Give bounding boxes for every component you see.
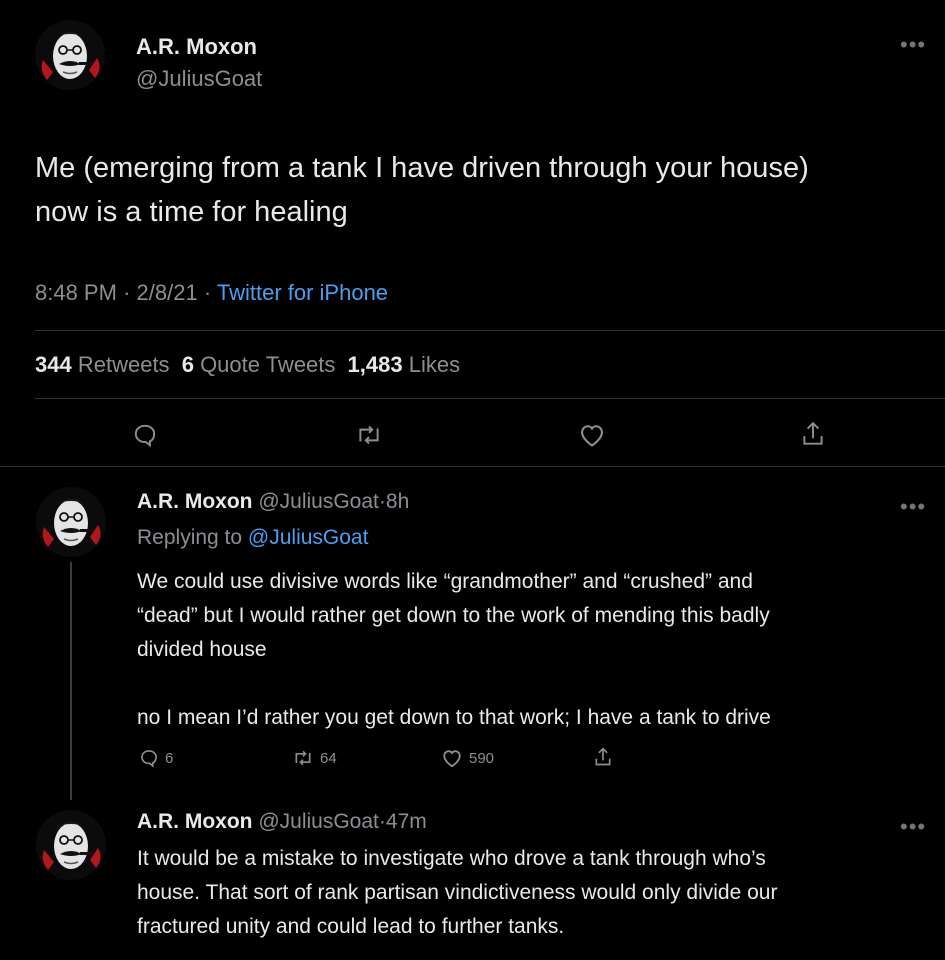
divider (0, 466, 945, 467)
avatar[interactable] (36, 810, 106, 880)
quotes-stat[interactable]: 6 Quote Tweets (182, 352, 342, 377)
avatar[interactable] (35, 20, 105, 90)
tweet-text: Me (emerging from a tank I have driven t… (35, 146, 809, 234)
retweets-count: 344 (35, 352, 72, 377)
avatar-face-icon (35, 20, 105, 90)
tweet-text-line: “dead” but I would rather get down to th… (137, 604, 770, 627)
tweet-source-link[interactable]: Twitter for iPhone (217, 280, 388, 305)
author-handle[interactable]: @JuliusGoat (258, 810, 379, 833)
likes-label: Likes (408, 352, 461, 377)
divider (35, 330, 945, 331)
retweet-icon (295, 750, 311, 766)
author-handle[interactable]: @JuliusGoat (136, 66, 262, 92)
tweet-text-line: no I mean I’d rather you get down to tha… (137, 706, 771, 729)
reply-header: A.R. Moxon @JuliusGoat·47m (137, 810, 427, 834)
retweets-stat[interactable]: 344 Retweets (35, 352, 176, 377)
share-action[interactable] (593, 746, 613, 768)
tweet-text: It would be a mistake to investigate who… (137, 842, 777, 944)
tweet-stats: 344 Retweets 6 Quote Tweets 1,483 Likes (35, 352, 460, 378)
likes-count: 1,483 (347, 352, 403, 377)
likes-stat[interactable]: 1,483 Likes (348, 352, 461, 377)
heart-icon[interactable] (578, 422, 606, 448)
like-action[interactable]: 590 (441, 748, 494, 768)
more-options-icon[interactable]: ••• (900, 816, 926, 838)
tweet-text-line: house. That sort of rank partisan vindic… (137, 881, 778, 904)
tweet-text-line: fractured unity and could lead to furthe… (137, 915, 565, 938)
avatar[interactable] (36, 487, 106, 557)
tweet-text-line: We could use divisive words like “grandm… (137, 570, 753, 593)
retweet-count: 64 (320, 749, 337, 767)
tweet-text: We could use divisive words like “grandm… (137, 565, 771, 735)
like-count: 590 (469, 749, 495, 767)
meta-separator: · (123, 280, 131, 305)
meta-separator: · (378, 490, 386, 513)
tweet-text-line: now is a time for healing (35, 196, 348, 228)
avatar-face-icon (36, 810, 106, 880)
retweets-label: Retweets (77, 352, 170, 377)
share-icon[interactable] (800, 420, 826, 448)
author-name[interactable]: A.R. Moxon (136, 34, 257, 60)
meta-separator: · (378, 810, 386, 833)
retweet-action[interactable]: 64 (292, 748, 337, 768)
tweet-text-line: Me (emerging from a tank I have driven t… (35, 152, 809, 184)
reply-bubble-icon (141, 750, 157, 768)
reply-count: 6 (165, 749, 174, 767)
author-handle[interactable]: @JuliusGoat (258, 490, 379, 513)
divider (35, 398, 945, 399)
replying-prefix: Replying to (137, 526, 243, 549)
reply-action[interactable]: 6 (139, 748, 173, 768)
tweet-metadata: 8:48 PM · 2/8/21 · Twitter for iPhone (35, 280, 388, 306)
author-name[interactable]: A.R. Moxon (137, 490, 253, 513)
tweet-date[interactable]: 2/8/21 (137, 280, 198, 305)
meta-separator: · (203, 280, 212, 305)
tweet-age[interactable]: 47m (386, 810, 427, 833)
tweet-text-line: divided house (137, 638, 267, 661)
author-name[interactable]: A.R. Moxon (137, 810, 253, 833)
tweet-time[interactable]: 8:48 PM (35, 280, 117, 305)
share-icon (595, 747, 611, 766)
more-options-icon[interactable]: ••• (900, 496, 926, 518)
more-options-icon[interactable]: ••• (900, 34, 926, 56)
avatar-face-icon (36, 487, 106, 557)
replying-handle-link[interactable]: @JuliusGoat (248, 526, 369, 549)
quotes-label: Quote Tweets (200, 352, 336, 377)
retweet-icon[interactable] (355, 422, 383, 448)
quotes-count: 6 (181, 352, 194, 377)
tweet-age[interactable]: 8h (386, 490, 409, 513)
heart-icon (443, 750, 461, 768)
thread-line (70, 562, 72, 800)
reply-bubble-icon[interactable] (132, 422, 158, 448)
tweet-text-line: It would be a mistake to investigate who… (137, 847, 766, 870)
reply-header: A.R. Moxon @JuliusGoat·8h (137, 490, 409, 514)
replying-to: Replying to @JuliusGoat (137, 526, 368, 550)
